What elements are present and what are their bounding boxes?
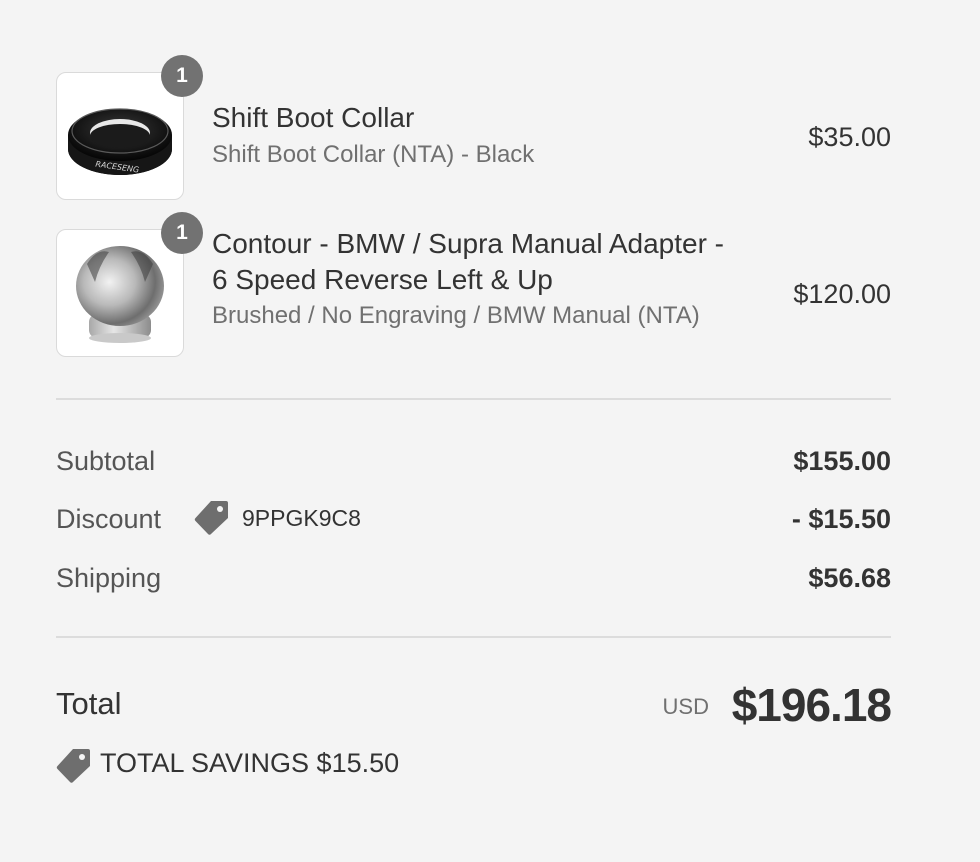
subtotal-value: $155.00 <box>793 446 891 476</box>
total-label: Total <box>56 686 122 721</box>
divider <box>56 636 891 638</box>
product-thumbnail: 1 <box>56 212 203 357</box>
black-collar-ring-image: RACESENG <box>68 108 172 175</box>
line-item: 1 Contour - BMW / Supra Manual Adapter -… <box>56 212 891 357</box>
divider <box>56 398 891 400</box>
product-title: Shift Boot Collar <box>212 102 415 133</box>
tag-icon <box>56 749 90 783</box>
product-thumbnail: RACESENG 1 <box>56 55 203 200</box>
total-currency: USD <box>662 694 709 719</box>
total-savings-text: TOTAL SAVINGS $15.50 <box>100 748 400 778</box>
brushed-shift-knob-image <box>76 246 164 343</box>
discount-row: Discount 9PPGK9C8 - $15.50 <box>56 501 891 537</box>
product-variant: Brushed / No Engraving / BMW Manual (NTA… <box>212 302 700 329</box>
subtotal-row: Subtotal $155.00 <box>56 443 891 479</box>
tag-icon <box>194 501 228 535</box>
product-variant: Shift Boot Collar (NTA) - Black <box>212 141 535 168</box>
discount-code: 9PPGK9C8 <box>242 505 361 531</box>
discount-label: Discount <box>56 504 162 534</box>
total-value: $196.18 <box>731 679 892 731</box>
quantity-badge: 1 <box>161 212 203 254</box>
product-title: Contour - BMW / Supra Manual Adapter - 6… <box>212 228 724 295</box>
order-summary: RACESENG 1 Shift Boot Collar Shift Boot … <box>56 0 892 862</box>
shipping-row: Shipping $56.68 <box>56 560 891 596</box>
product-price: $120.00 <box>793 279 891 309</box>
subtotal-label: Subtotal <box>56 446 156 476</box>
product-price: $35.00 <box>808 122 891 152</box>
discount-value: - $15.50 <box>791 504 891 534</box>
line-item: RACESENG 1 Shift Boot Collar Shift Boot … <box>56 55 891 200</box>
shipping-value: $56.68 <box>808 563 891 593</box>
shipping-label: Shipping <box>56 563 162 593</box>
quantity-badge: 1 <box>161 55 203 97</box>
